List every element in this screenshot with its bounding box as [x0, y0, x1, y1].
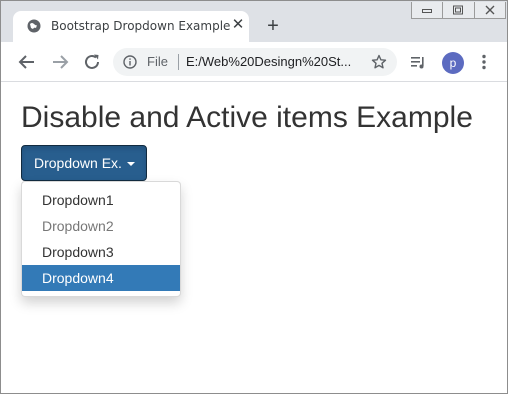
url-text[interactable]: E:/Web%20Desingn%20St...	[186, 54, 358, 69]
new-tab-button[interactable]: +	[265, 16, 281, 36]
minimize-button[interactable]	[412, 2, 444, 18]
star-icon[interactable]	[371, 54, 387, 70]
tab-title: Bootstrap Dropdown Example	[51, 19, 231, 33]
close-icon	[485, 5, 495, 15]
reload-icon[interactable]	[83, 53, 101, 71]
caret-down-icon	[126, 162, 135, 167]
browser-window: Bootstrap Dropdown Example ✕ + File E:/W…	[0, 0, 508, 394]
browser-tab[interactable]: Bootstrap Dropdown Example ✕	[13, 11, 249, 42]
dropdown-item-4-active[interactable]: Dropdown4	[22, 265, 180, 291]
forward-arrow-icon[interactable]	[51, 53, 69, 71]
kebab-menu-icon[interactable]	[477, 53, 491, 71]
window-controls	[411, 2, 506, 19]
page-title: Disable and Active items Example	[21, 101, 473, 134]
restore-icon	[453, 5, 464, 15]
globe-icon	[27, 19, 41, 33]
media-control-icon[interactable]	[410, 54, 426, 70]
dropdown-menu: Dropdown1 Dropdown2 Dropdown3 Dropdown4	[21, 181, 181, 297]
back-arrow-icon[interactable]	[18, 53, 36, 71]
omnibox-divider	[178, 54, 179, 70]
address-bar[interactable]: File E:/Web%20Desingn%20St...	[113, 48, 397, 76]
browser-toolbar: File E:/Web%20Desingn%20St... p	[1, 42, 507, 82]
restore-button[interactable]	[443, 2, 475, 18]
close-window-button[interactable]	[475, 2, 505, 18]
page-content: Disable and Active items Example Dropdow…	[1, 83, 507, 393]
dropdown-toggle-button[interactable]: Dropdown Ex.	[21, 145, 147, 181]
dropdown-item-1[interactable]: Dropdown1	[22, 187, 180, 213]
minimize-icon	[422, 9, 433, 13]
close-tab-icon[interactable]: ✕	[231, 17, 245, 32]
scheme-label: File	[147, 54, 168, 69]
dropdown-item-2-disabled: Dropdown2	[42, 218, 114, 234]
avatar[interactable]: p	[442, 52, 464, 74]
tab-strip: Bootstrap Dropdown Example ✕ +	[1, 1, 507, 42]
dropdown-item-3[interactable]: Dropdown3	[22, 239, 180, 265]
info-icon[interactable]	[123, 55, 137, 69]
dropdown-button-label: Dropdown Ex.	[34, 155, 122, 171]
